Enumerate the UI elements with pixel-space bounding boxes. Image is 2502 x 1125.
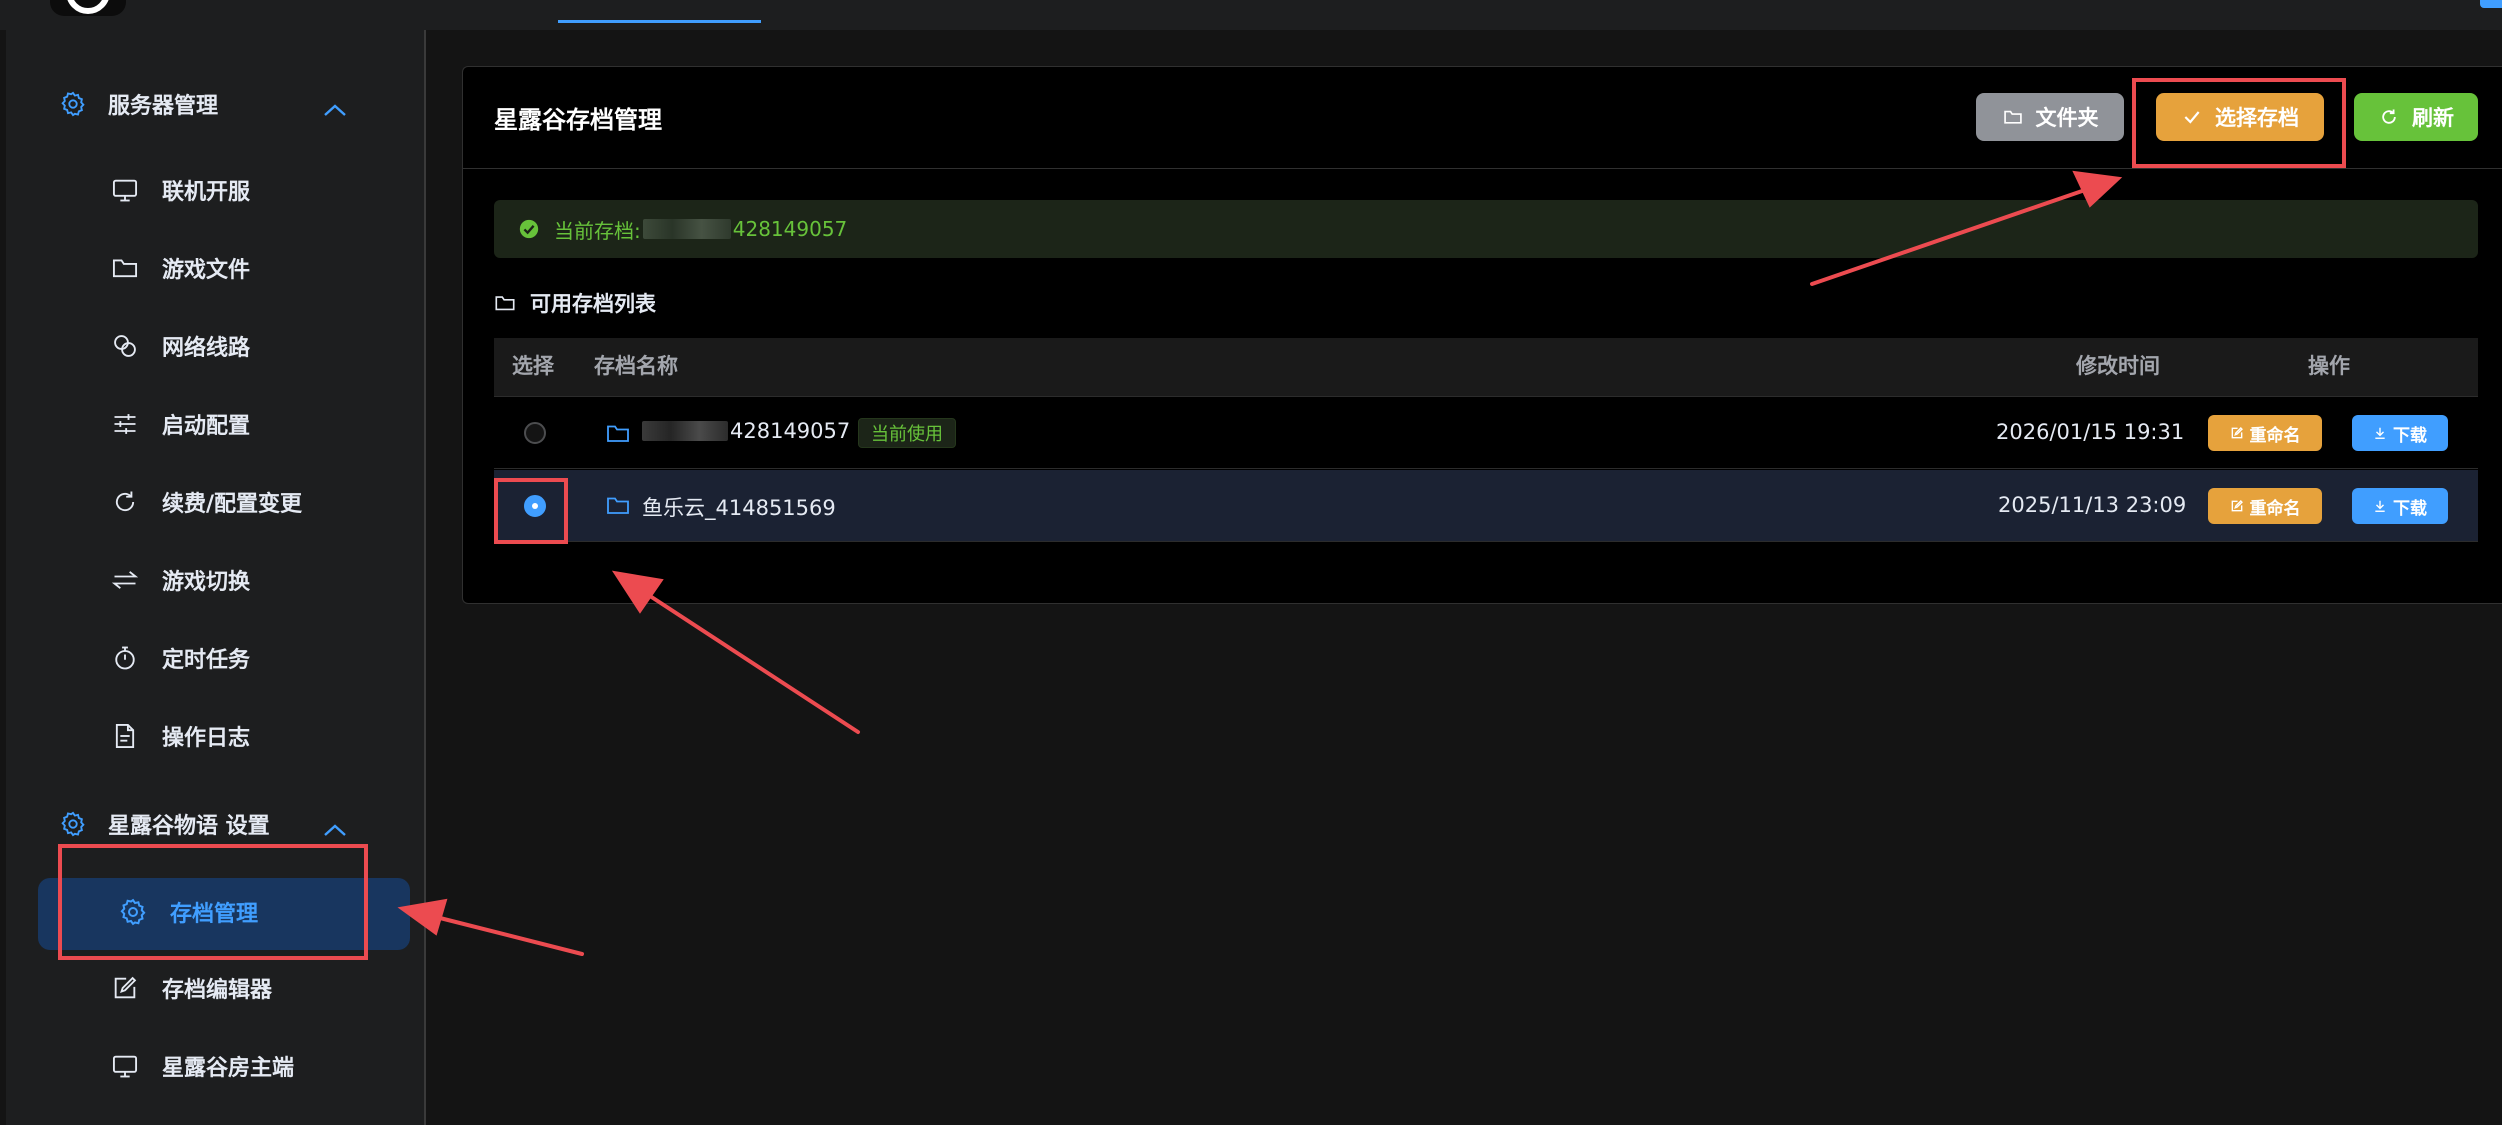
arrow-to-radio bbox=[648, 594, 860, 734]
arrow-to-select-button bbox=[1810, 188, 2087, 286]
arrow-head bbox=[2072, 170, 2123, 208]
arrow-to-save-management bbox=[438, 916, 584, 956]
arrow-head bbox=[397, 898, 448, 936]
arrow-head bbox=[611, 570, 664, 614]
annotation-arrows bbox=[397, 170, 2123, 956]
